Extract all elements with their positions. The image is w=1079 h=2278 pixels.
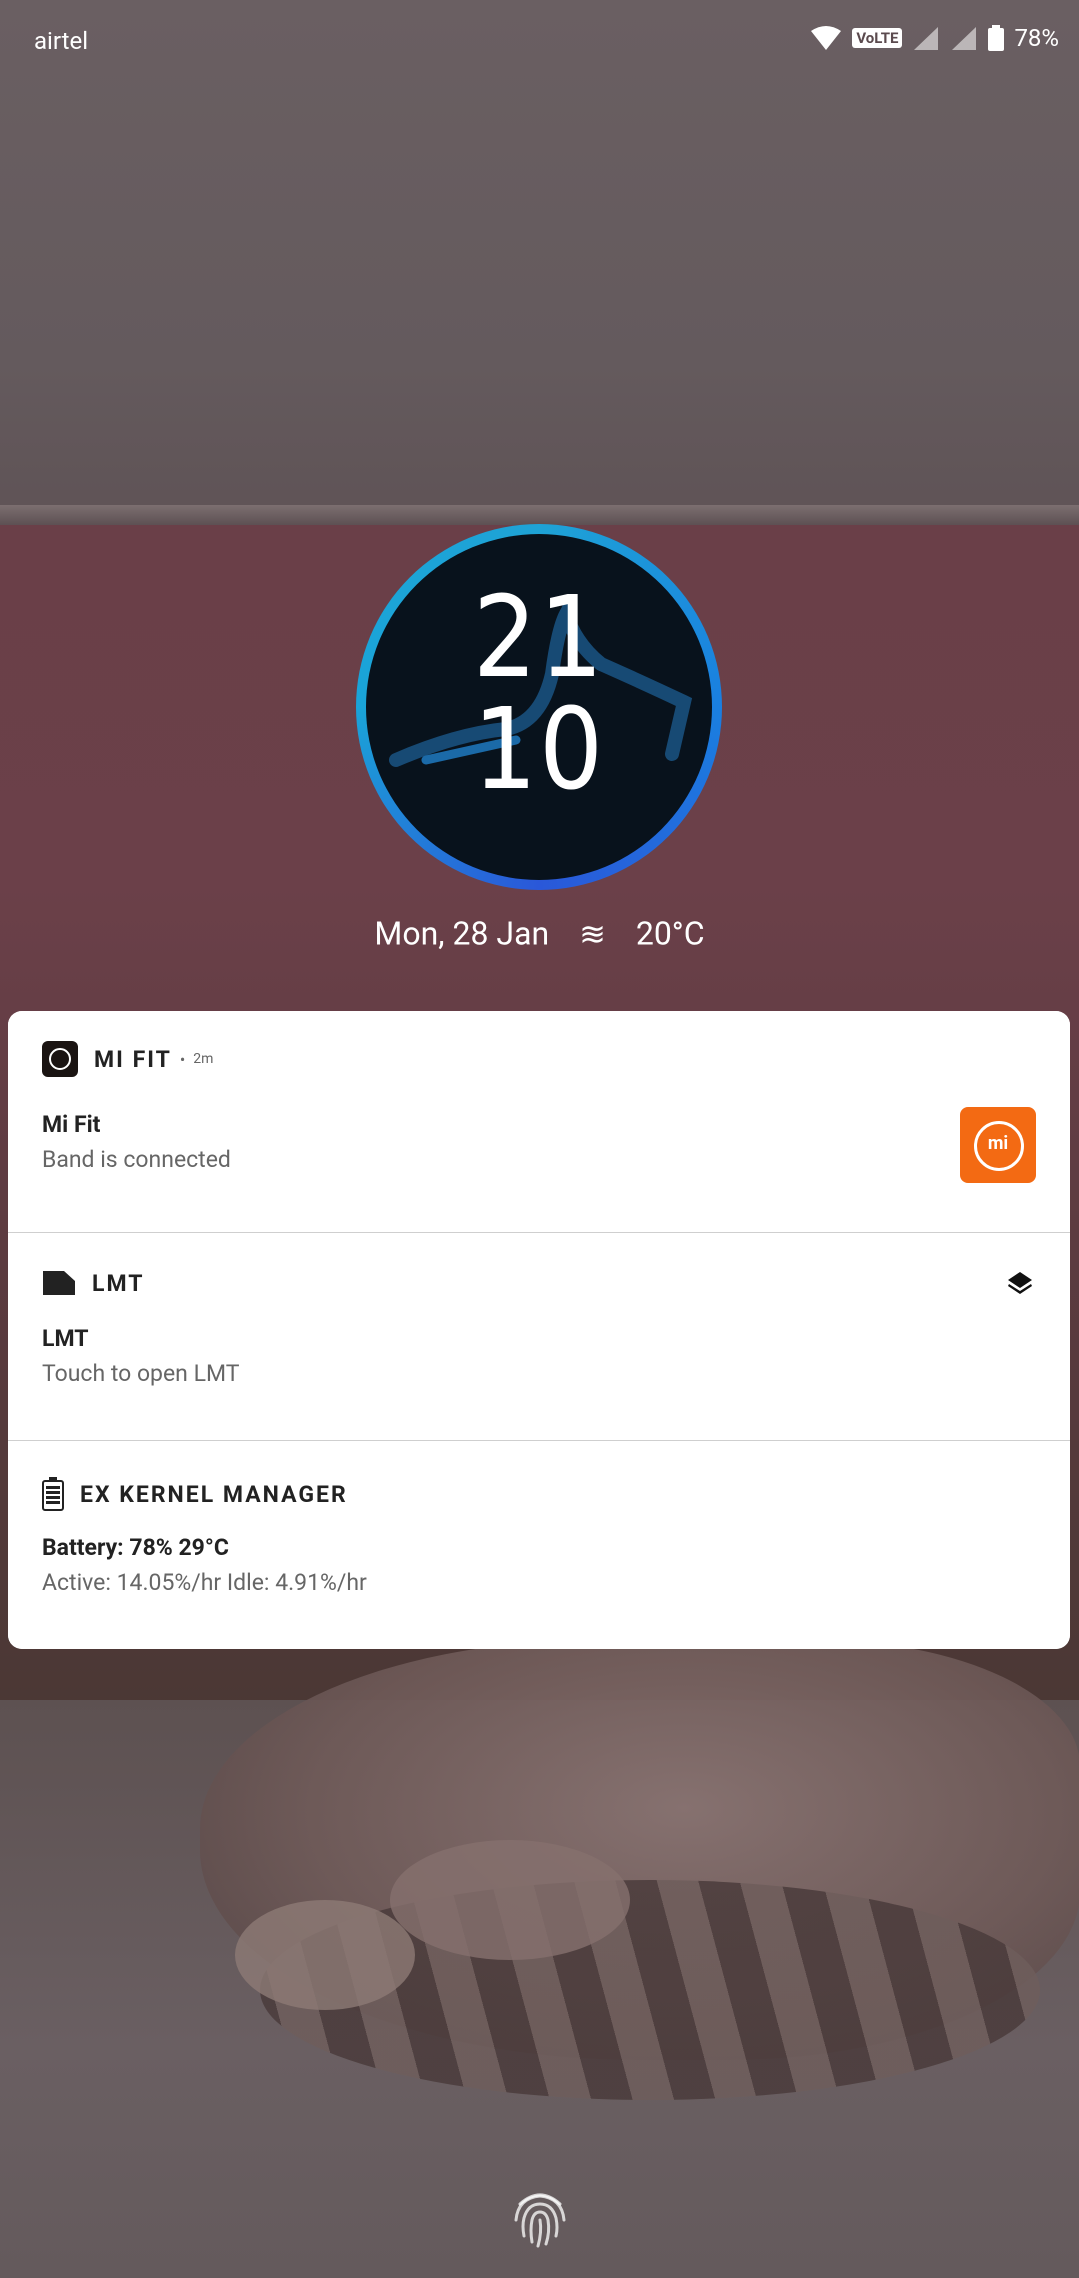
clock-hour: 21	[472, 573, 606, 703]
volte-badge: VoLTE	[852, 28, 903, 48]
notification-header: MI FIT • 2m	[42, 1041, 213, 1077]
notification-mi-fit[interactable]: MI FIT • 2m Mi Fit Band is connected mi	[8, 1011, 1070, 1232]
notification-text: Touch to open LMT	[42, 1360, 240, 1387]
signal-icon-2	[952, 27, 977, 50]
clock-face: 21 10	[366, 534, 712, 880]
notification-title: Battery: 78% 29°C	[42, 1534, 229, 1561]
haze-icon: ≋	[579, 914, 606, 953]
notification-header: LMT	[42, 1269, 145, 1297]
signal-icon-1	[914, 27, 939, 50]
status-bar: airtel VoLTE 78%	[0, 0, 1079, 86]
temperature-text: 20°C	[635, 914, 705, 953]
notification-ex-kernel-manager[interactable]: EX KERNEL MANAGER Battery: 78% 29°C Acti…	[8, 1440, 1070, 1649]
notification-text: Active: 14.05%/hr Idle: 4.91%/hr	[42, 1569, 367, 1596]
status-icons: VoLTE 78%	[810, 24, 1059, 52]
layers-icon[interactable]	[1006, 1269, 1034, 1297]
wallpaper-cat-paw	[235, 1900, 415, 2010]
app-name: EX KERNEL MANAGER	[80, 1480, 348, 1508]
date-text: Mon, 28 Jan	[374, 914, 550, 953]
notification-lmt[interactable]: LMT LMT Touch to open LMT	[8, 1232, 1070, 1441]
battery-percent: 78%	[1014, 24, 1059, 52]
wifi-icon	[811, 26, 842, 50]
wallpaper-ledge	[0, 505, 1079, 525]
battery-icon	[988, 25, 1005, 51]
app-name: LMT	[92, 1269, 145, 1297]
notification-title: Mi Fit	[42, 1111, 101, 1138]
lmt-app-icon	[43, 1271, 75, 1295]
clock-minute: 10	[472, 685, 606, 815]
separator-dot: •	[179, 1049, 186, 1069]
notification-time: 2m	[193, 1051, 214, 1067]
carrier-name: airtel	[34, 27, 89, 55]
mi-fit-app-icon	[42, 1041, 78, 1077]
date-weather-row: Mon, 28 Jan ≋ 20°C	[0, 912, 1079, 953]
app-name: MI FIT	[94, 1045, 172, 1073]
battery-app-icon	[42, 1477, 64, 1511]
notification-header: EX KERNEL MANAGER	[42, 1477, 348, 1511]
notification-panel: MI FIT • 2m Mi Fit Band is connected mi …	[8, 1011, 1070, 1649]
wallpaper-cat-leg	[390, 1840, 630, 1960]
fingerprint-icon[interactable]	[512, 2186, 568, 2248]
clock-widget[interactable]: 21 10	[356, 524, 722, 890]
notification-text: Band is connected	[42, 1146, 231, 1173]
notification-title: LMT	[42, 1325, 89, 1352]
mi-logo-text: mi	[987, 1133, 1009, 1154]
mi-logo-icon: mi	[960, 1107, 1036, 1183]
